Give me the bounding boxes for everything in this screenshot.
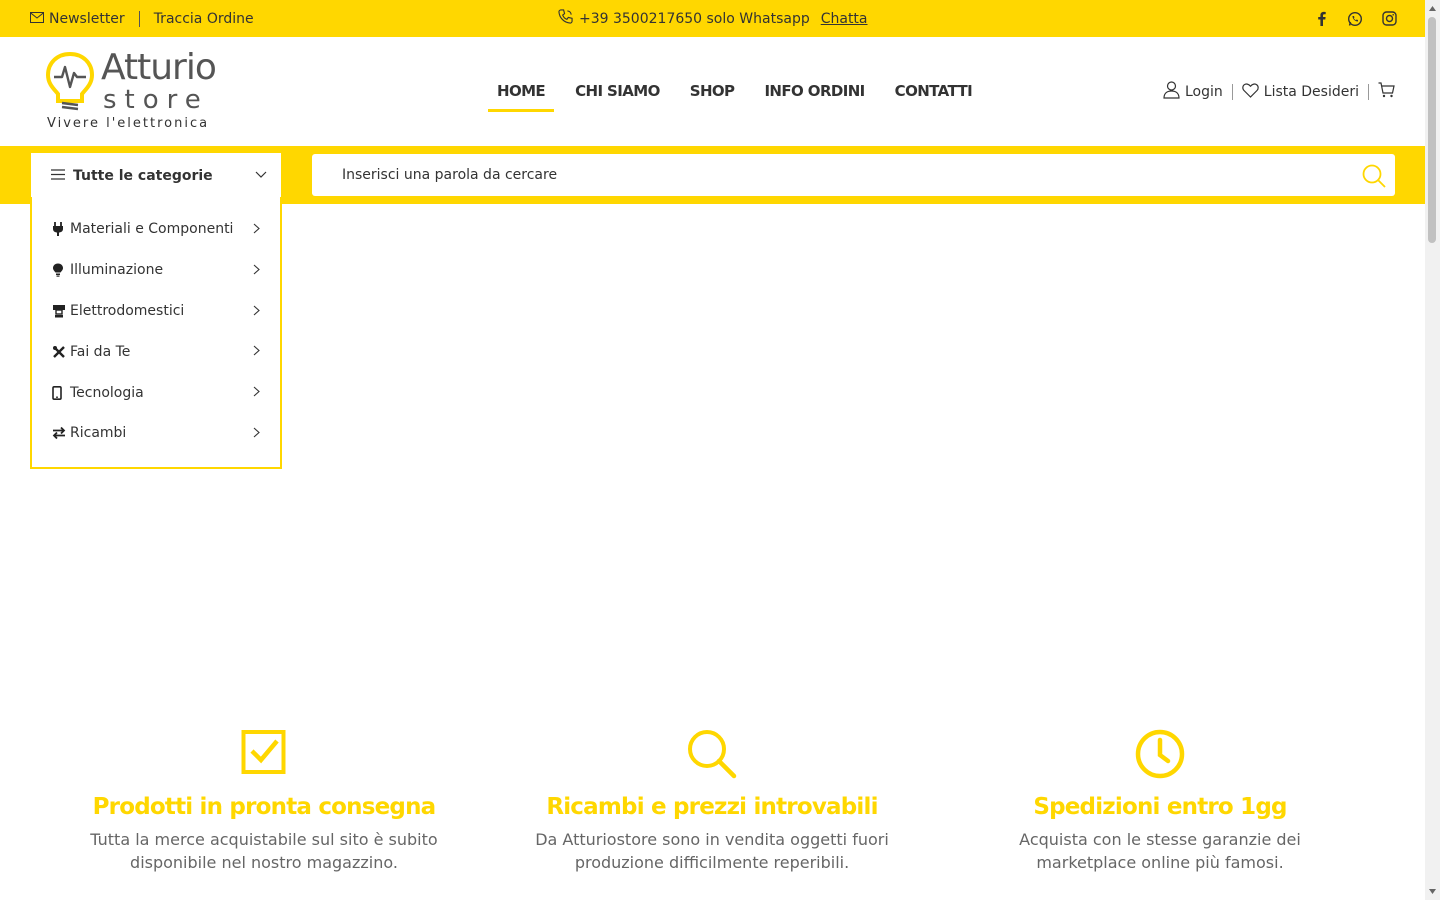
account-links: Login Lista Desideri	[1163, 81, 1395, 103]
features-section: Prodotti in pronta consegna Tutta la mer…	[40, 728, 1385, 874]
feature-item: Spedizioni entro 1gg Acquista con le ste…	[936, 728, 1384, 874]
appliance-icon	[52, 304, 66, 318]
nav-info-ordini[interactable]: INFO ORDINI	[755, 74, 873, 112]
divider	[1368, 84, 1369, 100]
chevron-right-icon	[253, 344, 260, 360]
nav-shop[interactable]: SHOP	[681, 74, 744, 112]
whatsapp-icon[interactable]	[1347, 11, 1363, 27]
wishlist-link[interactable]: Lista Desideri	[1242, 82, 1359, 102]
feature-title: Prodotti in pronta consegna	[92, 794, 437, 820]
feature-text: Tutta la merce acquistabile sul sito è s…	[90, 830, 438, 872]
feature-text: Da Atturiostore sono in vendita oggetti …	[535, 830, 889, 872]
search-input[interactable]	[342, 154, 1342, 196]
lightbulb-logo-icon	[45, 51, 95, 111]
category-label: Ricambi	[70, 425, 127, 442]
instagram-icon[interactable]	[1381, 11, 1397, 27]
cart-icon	[1378, 82, 1395, 102]
scrollbar-thumb[interactable]	[1428, 17, 1436, 243]
category-label: Materiali e Componenti	[70, 221, 234, 238]
category-label: Fai da Te	[70, 343, 131, 360]
heart-icon	[1242, 82, 1259, 102]
category-item-illuminazione[interactable]: Illuminazione	[32, 250, 280, 291]
search-icon	[488, 728, 936, 780]
category-item-fai-da-te[interactable]: Fai da Te	[32, 331, 280, 372]
page-scrollbar[interactable]	[1425, 0, 1440, 900]
category-label: Illuminazione	[70, 262, 164, 279]
category-item-tecnologia[interactable]: Tecnologia	[32, 372, 280, 413]
user-icon	[1163, 81, 1180, 103]
facebook-icon[interactable]	[1313, 11, 1329, 27]
chevron-down-icon	[255, 167, 267, 183]
category-item-materiali[interactable]: Materiali e Componenti	[32, 209, 280, 250]
nav-home[interactable]: HOME	[488, 74, 555, 112]
logo-brand-line1: Atturio	[101, 47, 217, 88]
chevron-right-icon	[253, 263, 260, 279]
chat-link[interactable]: Chatta	[821, 11, 868, 27]
social-links	[1313, 0, 1397, 37]
phone-icon	[558, 9, 573, 28]
search-icon	[1362, 164, 1386, 188]
checkbox-icon	[40, 728, 488, 780]
newsletter-link[interactable]: Newsletter	[30, 11, 125, 27]
lightbulb-icon	[52, 263, 66, 277]
nav-chi-siamo[interactable]: CHI SIAMO	[566, 74, 669, 112]
track-order-link[interactable]: Traccia Ordine	[154, 11, 254, 27]
scroll-down-icon[interactable]	[1428, 887, 1437, 896]
divider	[138, 10, 140, 27]
track-order-label: Traccia Ordine	[153, 10, 254, 27]
category-item-elettrodomestici[interactable]: Elettrodomestici	[32, 291, 280, 332]
chevron-right-icon	[253, 385, 260, 401]
category-label: Elettrodomestici	[70, 302, 185, 319]
phone-icon	[52, 385, 66, 400]
chevron-right-icon	[253, 304, 260, 320]
feature-item: Prodotti in pronta consegna Tutta la mer…	[40, 728, 488, 874]
category-item-ricambi[interactable]: Ricambi	[32, 413, 280, 454]
category-label: Tecnologia	[70, 384, 144, 401]
login-label: Login	[1184, 84, 1223, 100]
newsletter-label: Newsletter	[49, 10, 125, 27]
divider	[1231, 84, 1233, 100]
site-header: Atturio store Vivere l'elettronica HOME …	[0, 37, 1425, 146]
top-bar: Newsletter Traccia Ordine +39 3500217650…	[0, 0, 1425, 37]
clock-icon	[936, 728, 1384, 780]
cart-link[interactable]	[1378, 82, 1395, 102]
top-bar-left: Newsletter Traccia Ordine	[30, 0, 254, 37]
feature-item: Ricambi e prezzi introvabili Da Atturios…	[488, 728, 936, 874]
logo-brand-line2: store	[103, 85, 209, 115]
logo-tagline: Vivere l'elettronica	[47, 116, 210, 131]
main-nav: HOME CHI SIAMO SHOP INFO ORDINI CONTATTI	[488, 74, 993, 112]
exchange-icon	[52, 426, 66, 440]
hamburger-icon	[51, 168, 65, 184]
categories-toggle-label: Tutte le categorie	[73, 167, 213, 184]
nav-contatti[interactable]: CONTATTI	[886, 74, 981, 112]
phone-number: +39 3500217650 solo Whatsapp	[579, 10, 810, 27]
feature-title: Ricambi e prezzi introvabili	[546, 794, 878, 820]
wishlist-label: Lista Desideri	[1263, 84, 1359, 100]
feature-title: Spedizioni entro 1gg	[1033, 794, 1287, 820]
search-button[interactable]	[1361, 163, 1387, 189]
envelope-icon	[30, 11, 44, 27]
scroll-up-icon[interactable]	[1428, 4, 1437, 13]
feature-text: Acquista con le stesse garanzie dei mark…	[1019, 830, 1301, 872]
chevron-right-icon	[253, 222, 260, 238]
search-box	[312, 154, 1395, 196]
contact-info: +39 3500217650 solo Whatsapp Chatta	[558, 0, 868, 37]
login-link[interactable]: Login	[1163, 81, 1223, 103]
plug-icon	[52, 222, 66, 237]
tools-icon	[52, 345, 66, 359]
site-logo[interactable]: Atturio store Vivere l'elettronica	[45, 47, 225, 134]
categories-menu: Materiali e Componenti Illuminazione Ele…	[30, 197, 282, 469]
categories-toggle[interactable]: Tutte le categorie	[31, 153, 281, 198]
chevron-right-icon	[253, 426, 260, 442]
